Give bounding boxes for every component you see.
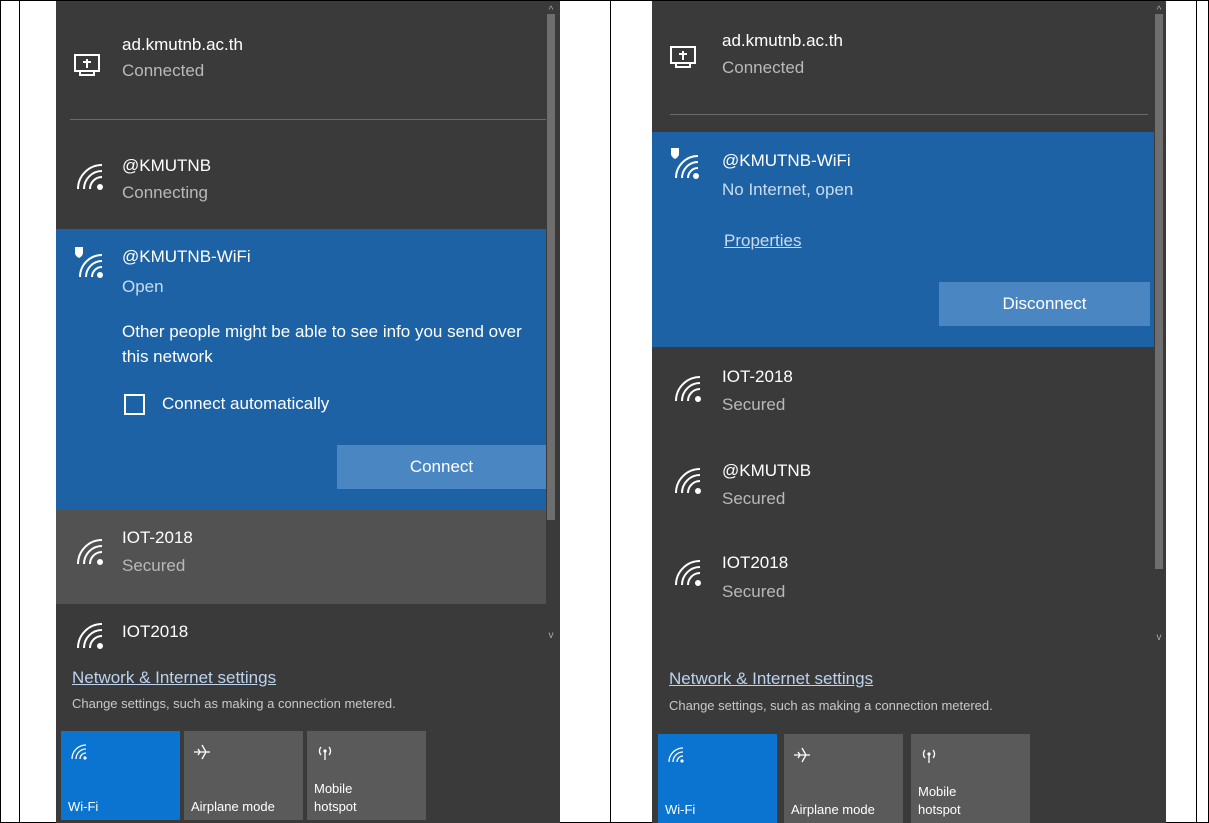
open-network-shield-wifi-icon	[668, 146, 702, 180]
network-status: Secured	[122, 556, 186, 575]
network-item-kmutnb[interactable]: @KMUTNB Connecting	[56, 133, 546, 229]
network-name: IOT-2018	[122, 528, 193, 547]
tile-label: Airplane mode	[791, 802, 875, 817]
table-border-middle	[610, 0, 611, 823]
divider	[70, 119, 546, 120]
network-item-iot2018[interactable]: IOT2018 Secured	[652, 531, 1154, 623]
wifi-icon	[670, 463, 704, 497]
network-item-iot-2018[interactable]: IOT-2018 Secured	[652, 347, 1154, 439]
connect-automatically-checkbox[interactable]	[124, 394, 145, 415]
airplane-icon	[194, 744, 210, 760]
hotspot-icon	[922, 749, 936, 763]
wifi-icon	[71, 744, 87, 760]
connect-automatically-label: Connect automatically	[162, 394, 330, 413]
network-status: No Internet, open	[722, 180, 854, 199]
scroll-down-icon[interactable]: v	[1154, 632, 1164, 643]
network-status: Secured	[722, 489, 786, 508]
network-settings-link[interactable]: Network & Internet settings	[72, 668, 276, 688]
wifi-icon	[670, 555, 704, 589]
scroll-down-icon[interactable]: v	[546, 630, 556, 641]
network-item-kmutnb-wifi-selected[interactable]: @KMUTNB-WiFi Open Other people might be …	[56, 229, 546, 510]
airplane-icon	[794, 747, 810, 763]
table-border-right	[1196, 0, 1197, 823]
network-name: @KMUTNB-WiFi	[122, 247, 251, 266]
network-item-iot-2018[interactable]: IOT-2018 Secured	[56, 510, 546, 604]
scrollbar-thumb[interactable]	[547, 14, 555, 520]
tile-label-line-2: hotspot	[314, 799, 357, 814]
wifi-icon	[72, 159, 106, 193]
ethernet-icon	[71, 49, 105, 83]
tile-label-line-1: Mobile	[314, 781, 353, 796]
wired-network-status: Connected	[122, 61, 205, 80]
mobile-hotspot-tile[interactable]: Mobile hotspot	[911, 734, 1030, 823]
airplane-mode-tile[interactable]: Airplane mode	[784, 734, 903, 823]
network-status: Secured	[722, 582, 786, 601]
network-name: IOT2018	[722, 553, 789, 572]
wifi-icon	[668, 747, 684, 763]
scrollbar[interactable]: ^ v	[1154, 2, 1164, 654]
network-item-iot2018[interactable]: IOT2018	[56, 604, 546, 654]
tile-label-line-1: Mobile	[918, 784, 957, 799]
airplane-mode-tile[interactable]: Airplane mode	[184, 731, 303, 820]
wifi-tile[interactable]: Wi-Fi	[61, 731, 180, 820]
wifi-icon	[670, 371, 704, 405]
wifi-icon	[72, 618, 106, 652]
tile-label: Mobile hotspot	[314, 780, 357, 816]
network-settings-hint: Change settings, such as making a connec…	[669, 698, 993, 713]
divider	[670, 114, 1148, 115]
network-status: Open	[122, 277, 164, 296]
network-status: Connecting	[122, 183, 209, 202]
tile-label-line-2: hotspot	[918, 802, 961, 817]
wired-network-name: ad.kmutnb.ac.th	[722, 31, 843, 50]
network-item-kmutnb[interactable]: @KMUTNB Secured	[652, 439, 1154, 531]
wifi-tile[interactable]: Wi-Fi	[658, 734, 777, 823]
network-name: @KMUTNB-WiFi	[722, 151, 851, 170]
security-warning: Other people might be able to see info y…	[122, 322, 522, 366]
wired-network-status: Connected	[722, 58, 805, 77]
network-flyout-right: ad.kmutnb.ac.th Connected @KMUTNB-WiFi N…	[652, 1, 1166, 823]
network-settings-hint: Change settings, such as making a connec…	[72, 696, 396, 711]
open-network-shield-wifi-icon	[72, 245, 106, 279]
tile-label: Wi-Fi	[68, 799, 99, 814]
network-settings-link[interactable]: Network & Internet settings	[669, 669, 873, 689]
hotspot-icon	[318, 746, 332, 760]
disconnect-button[interactable]: Disconnect	[939, 282, 1150, 326]
scrollbar[interactable]: ^ v	[546, 2, 556, 652]
mobile-hotspot-tile[interactable]: Mobile hotspot	[307, 731, 426, 820]
network-name: IOT-2018	[722, 367, 793, 386]
tile-label: Wi-Fi	[665, 802, 696, 817]
tile-label: Mobile hotspot	[918, 783, 961, 819]
network-name: @KMUTNB	[122, 156, 212, 175]
properties-link[interactable]: Properties	[724, 231, 801, 251]
network-flyout-left: ad.kmutnb.ac.th Connected @KMUTNB Connec…	[56, 1, 560, 823]
network-name: IOT2018	[122, 622, 189, 641]
wired-network-name: ad.kmutnb.ac.th	[122, 35, 243, 54]
tile-label: Airplane mode	[191, 799, 275, 814]
connect-button[interactable]: Connect	[337, 445, 546, 489]
wifi-icon	[72, 534, 106, 568]
network-name: @KMUTNB	[722, 461, 812, 480]
scrollbar-thumb[interactable]	[1155, 14, 1163, 569]
network-item-kmutnb-wifi-selected[interactable]: @KMUTNB-WiFi No Internet, open Propertie…	[652, 132, 1154, 347]
network-status: Secured	[722, 395, 786, 414]
ethernet-icon	[667, 41, 701, 75]
table-border-left	[19, 0, 20, 823]
